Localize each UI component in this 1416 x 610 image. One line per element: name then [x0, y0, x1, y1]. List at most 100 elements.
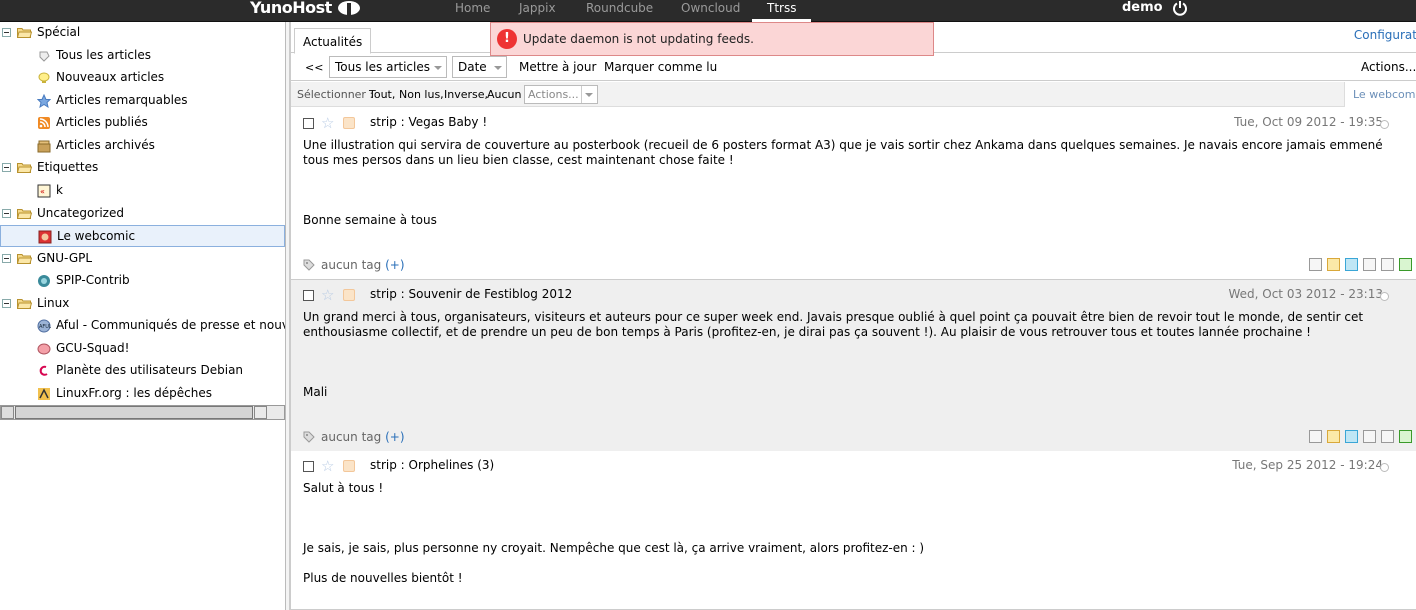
collapse-toggle-icon[interactable]: [2, 254, 11, 263]
sidebar-feed-label: Articles publiés: [56, 115, 148, 129]
article-item[interactable]: ☆ strip : Vegas Baby ! Tue, Oct 09 2012 - …: [291, 108, 1416, 280]
power-icon[interactable]: [1172, 0, 1188, 16]
note-icon[interactable]: [1327, 430, 1340, 443]
scroll-left-arrow-icon[interactable]: [1, 406, 14, 419]
article-content: Un grand merci à tous, organisateurs, vi…: [303, 310, 1403, 415]
sidebar-feed-label: Planète des utilisateurs Debian: [56, 363, 244, 377]
publish-rss-icon[interactable]: [343, 117, 355, 129]
scroll-thumb[interactable]: [15, 406, 253, 419]
sidebar-category-gnu-gpl[interactable]: GNU-GPL: [0, 248, 285, 270]
order-select[interactable]: Date: [452, 56, 507, 78]
sidebar-feed-linuxfr-org-les-d-p-ches[interactable]: LinuxFr.org : les dépêches: [0, 383, 285, 405]
order-value: Date: [458, 60, 487, 74]
selection-actions-select[interactable]: Actions...: [524, 85, 598, 104]
select-label: Sélectionner :: [297, 88, 374, 101]
article-score-icon: [1380, 120, 1389, 129]
add-tag-link[interactable]: (+): [385, 430, 404, 444]
article-paragraph: Un grand merci à tous, organisateurs, vi…: [303, 310, 1364, 339]
note-icon[interactable]: [1327, 258, 1340, 271]
collapse-sidebar-button[interactable]: <<: [305, 61, 323, 74]
checkmark-icon[interactable]: [1399, 430, 1412, 443]
collapse-toggle-icon[interactable]: [2, 28, 11, 37]
twitter-icon[interactable]: [1345, 430, 1358, 443]
collapse-toggle-icon[interactable]: [2, 163, 11, 172]
nav-jappix[interactable]: Jappix: [519, 0, 556, 22]
publish-rss-icon[interactable]: [343, 460, 355, 472]
article-share-icons: [1304, 258, 1412, 272]
article-title[interactable]: strip : Orphelines (3): [370, 458, 494, 472]
share-icon[interactable]: [1363, 430, 1376, 443]
sidebar-feed-articles-publi-s[interactable]: Articles publiés: [0, 112, 285, 134]
article-title[interactable]: strip : Vegas Baby !: [370, 115, 487, 129]
article-date: Tue, Oct 09 2012 - 19:35: [1234, 115, 1383, 129]
sidebar-category-uncategorized[interactable]: Uncategorized: [0, 203, 285, 225]
view-mode-select[interactable]: Tous les articles: [329, 56, 447, 78]
article-select-checkbox[interactable]: [303, 290, 314, 301]
sidebar-feed-label: LinuxFr.org : les dépêches: [56, 386, 212, 400]
sidebar-category-etiquettes[interactable]: Etiquettes: [0, 157, 285, 179]
star-icon[interactable]: ☆: [321, 458, 337, 474]
sidebar-feed-label: Articles remarquables: [56, 93, 188, 107]
sidebar-feed-label: Le webcomic: [57, 229, 136, 243]
sidebar-feed-gcu-squad[interactable]: GCU-Squad!: [0, 338, 285, 360]
tags-label: aucun tag: [321, 430, 382, 444]
select-all-link[interactable]: Tout,: [369, 88, 395, 101]
app-logo[interactable]: YunoHost: [250, 0, 332, 17]
actions-menu-button[interactable]: Actions...: [1361, 60, 1416, 74]
update-button[interactable]: Mettre à jour: [519, 60, 596, 74]
add-tag-link[interactable]: (+): [385, 258, 404, 272]
sidebar-horizontal-scrollbar[interactable]: [0, 405, 285, 420]
zoom-icon[interactable]: [1309, 258, 1322, 271]
sidebar-feed-plan-te-des-utilisateurs-debian[interactable]: Planète des utilisateurs Debian: [0, 360, 285, 382]
collapse-toggle-icon[interactable]: [2, 209, 11, 218]
sidebar-category-linux[interactable]: Linux: [0, 293, 285, 315]
nav-ttrss[interactable]: Ttrss: [752, 0, 812, 22]
sidebar-feed-k[interactable]: «k: [0, 180, 285, 202]
publish-rss-icon[interactable]: [343, 289, 355, 301]
select-none-link[interactable]: Aucun: [487, 88, 522, 101]
article-select-checkbox[interactable]: [303, 118, 314, 129]
sidebar-feed-nouveaux-articles[interactable]: Nouveaux articles: [0, 67, 285, 89]
star-icon[interactable]: ☆: [321, 287, 337, 303]
sidebar-feed-le-webcomic[interactable]: Le webcomic: [0, 225, 285, 247]
sidebar-feed-spip-contrib[interactable]: SPIP-Contrib: [0, 270, 285, 292]
configuration-link[interactable]: Configurat: [1354, 28, 1416, 42]
sidebar-category-sp-cial[interactable]: Spécial: [0, 22, 285, 44]
tab-actualites[interactable]: Actualités: [294, 28, 372, 54]
checkmark-icon[interactable]: [1399, 258, 1412, 271]
star-icon[interactable]: ☆: [321, 115, 337, 131]
select-unread-link[interactable]: Non lus,: [399, 88, 444, 101]
notification-banner[interactable]: ! Update daemon is not updating feeds.: [490, 22, 934, 56]
svg-text:AFUL: AFUL: [39, 324, 51, 330]
email-icon[interactable]: [1381, 430, 1394, 443]
sidebar-feed-aful-communiqu-s-de-presse-et-nouvelles[interactable]: AFUL Aful - Communiqués de presse et nouv…: [0, 315, 285, 337]
mark-read-button[interactable]: Marquer comme lu: [604, 60, 717, 74]
nav-owncloud[interactable]: Owncloud: [681, 0, 740, 22]
scroll-right-arrow-icon[interactable]: [254, 406, 267, 419]
article-select-checkbox[interactable]: [303, 461, 314, 472]
twitter-icon[interactable]: [1345, 258, 1358, 271]
article-paragraph: Salut à tous !: [303, 481, 384, 495]
sidebar-feed-articles-remarquables[interactable]: Articles remarquables: [0, 90, 285, 112]
article-footer: aucun tag (+): [291, 251, 1416, 279]
article-item[interactable]: ☆ strip : Orphelines (3) Tue, Sep 25 2012 …: [291, 451, 1416, 610]
sidebar-feed-articles-archiv-s[interactable]: Articles archivés: [0, 135, 285, 157]
share-icon[interactable]: [1363, 258, 1376, 271]
article-paragraph: Bonne semaine à tous: [303, 213, 437, 227]
nav-home[interactable]: Home: [455, 0, 490, 22]
email-icon[interactable]: [1381, 258, 1394, 271]
nav-roundcube[interactable]: Roundcube: [586, 0, 653, 22]
tags-label: aucun tag: [321, 258, 382, 272]
selection-bar: Sélectionner : Tout, Non lus, Inverse, A…: [291, 82, 1416, 107]
article-item[interactable]: ☆ strip : Souvenir de Festiblog 2012 Wed, …: [291, 280, 1416, 451]
collapse-toggle-icon[interactable]: [2, 299, 11, 308]
article-title[interactable]: strip : Souvenir de Festiblog 2012: [370, 287, 572, 301]
rss-icon: [38, 117, 50, 129]
star-icon: [37, 94, 51, 108]
sidebar-feed-tous-les-articles[interactable]: Tous les articles: [0, 45, 285, 67]
folder-open-icon: [17, 28, 32, 38]
current-feed-title[interactable]: Le webcomic: [1344, 82, 1416, 107]
zoom-icon[interactable]: [1309, 430, 1322, 443]
select-invert-link[interactable]: Inverse,: [444, 88, 488, 101]
user-name[interactable]: demo: [1122, 0, 1163, 16]
